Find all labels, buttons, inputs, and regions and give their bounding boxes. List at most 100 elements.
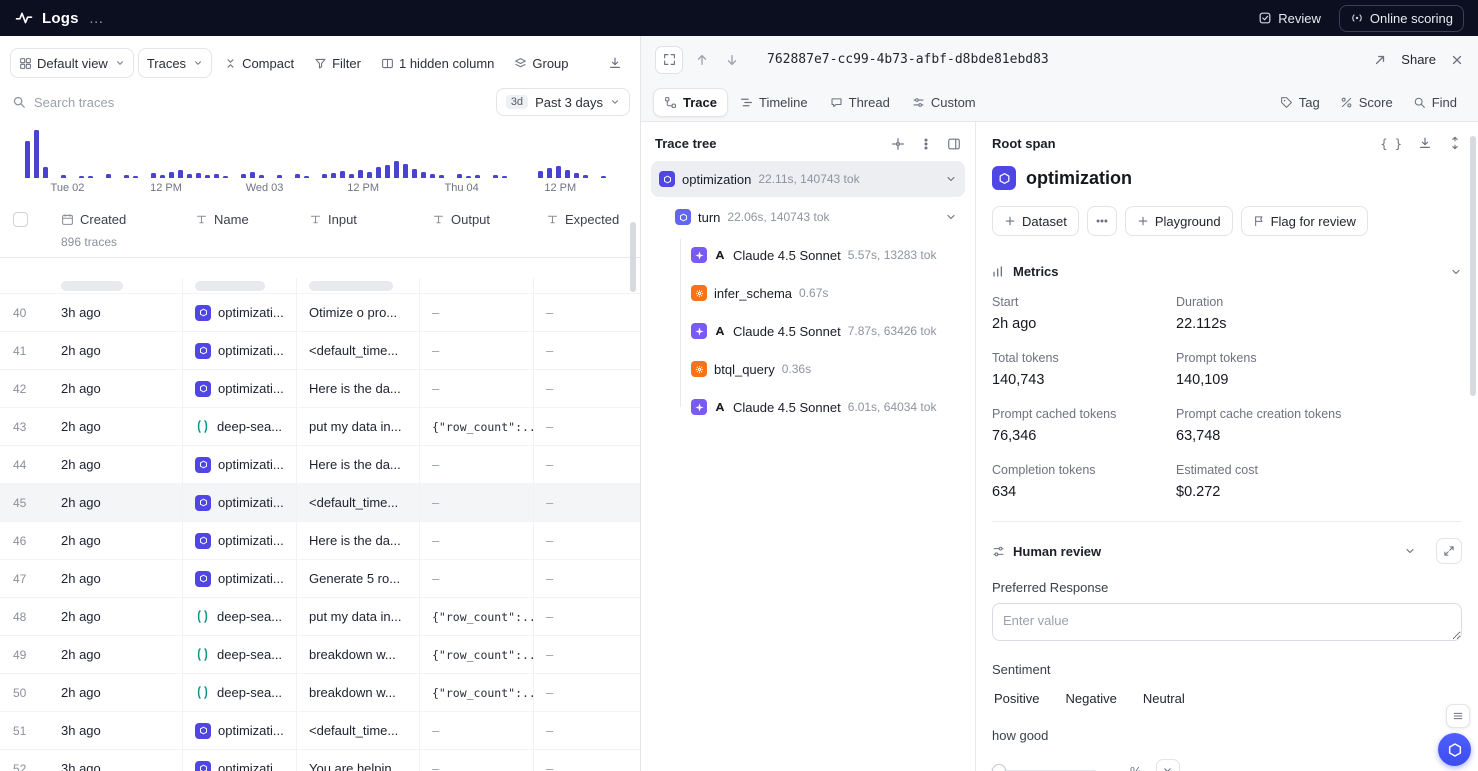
tree-item-claude-4-5-sonnet[interactable]: Claude 4.5 Sonnet 7.87s, 63426 tok <box>651 313 965 349</box>
side-panel-handle[interactable] <box>1446 704 1470 728</box>
time-range-select[interactable]: 3d Past 3 days <box>496 88 630 116</box>
tree-item-infer-schema[interactable]: infer_schema 0.67s <box>651 275 965 311</box>
row-number: 52 <box>0 762 48 771</box>
tree-item-optimization[interactable]: optimization 22.11s, 140743 tok <box>651 161 965 197</box>
online-scoring-button[interactable]: Online scoring <box>1339 5 1464 32</box>
share-button[interactable]: Share <box>1401 52 1436 67</box>
ellipsis-icon <box>1095 214 1109 228</box>
tree-more-button[interactable] <box>919 137 933 151</box>
calendar-icon <box>61 213 74 226</box>
optimization-icon <box>195 571 211 587</box>
find-button[interactable]: Find <box>1404 95 1466 110</box>
table-row[interactable]: 50 2h ago deep-sea... breakdown w... {"r… <box>0 674 640 712</box>
expand-review-button[interactable] <box>1436 538 1462 564</box>
metric-label: Prompt cached tokens <box>992 407 1176 421</box>
table-row[interactable]: 43 2h ago deep-sea... put my data in... … <box>0 408 640 446</box>
cell-expected: – <box>533 533 640 548</box>
column-header-created[interactable]: Created <box>48 212 182 227</box>
review-button[interactable]: Review <box>1250 7 1329 30</box>
open-in-new-button[interactable] <box>1373 53 1387 67</box>
add-to-dataset-button[interactable]: Dataset <box>992 206 1079 236</box>
search-input[interactable] <box>34 95 488 110</box>
table-row[interactable]: 42 2h ago optimizati... Here is the da..… <box>0 370 640 408</box>
cell-expected: – <box>533 495 640 510</box>
compact-toggle[interactable]: Compact <box>216 48 302 78</box>
export-button[interactable] <box>600 48 630 78</box>
sentiment-neutral-button[interactable]: Neutral <box>1141 685 1187 712</box>
span-more-button[interactable] <box>1087 206 1117 236</box>
tab-custom[interactable]: Custom <box>902 88 986 117</box>
open-in-playground-button[interactable]: Playground <box>1125 206 1233 236</box>
tag-button[interactable]: Tag <box>1271 95 1329 110</box>
hidden-columns-button[interactable]: 1 hidden column <box>373 48 502 78</box>
assistant-button[interactable] <box>1438 733 1471 766</box>
tree-collapse-panel-button[interactable] <box>947 137 961 151</box>
trace-detail-panel: 762887e7-cc99-4b73-afbf-d8bde81ebd83 Sha… <box>640 36 1478 771</box>
panel-icon <box>947 137 961 151</box>
unfold-button[interactable] <box>1448 136 1462 150</box>
download-span-button[interactable] <box>1418 136 1432 150</box>
next-trace-button[interactable] <box>721 51 743 69</box>
histogram-bar <box>358 170 363 178</box>
histogram-bar <box>196 173 201 178</box>
table-row[interactable]: 45 2h ago optimizati... <default_time...… <box>0 484 640 522</box>
table-scrollbar[interactable] <box>630 222 636 292</box>
table-row[interactable]: 48 2h ago deep-sea... put my data in... … <box>0 598 640 636</box>
tree-item-claude-4-5-sonnet[interactable]: Claude 4.5 Sonnet 6.01s, 64034 tok <box>651 389 965 425</box>
tree-item-meta: 22.06s, 140743 tok <box>727 210 829 224</box>
search-traces[interactable] <box>12 95 488 110</box>
column-header-expected[interactable]: Expected <box>533 212 640 227</box>
clear-score-button[interactable] <box>1156 759 1180 771</box>
select-all-checkbox[interactable] <box>13 212 28 227</box>
row-number: 48 <box>0 610 48 624</box>
table-row[interactable]: 52 3h ago optimizati... You are helpin..… <box>0 750 640 771</box>
metric: Prompt cache creation tokens 63,748 <box>1176 397 1462 453</box>
sentiment-negative-button[interactable]: Negative <box>1064 685 1119 712</box>
tab-thread[interactable]: Thread <box>820 88 900 117</box>
score-button[interactable]: Score <box>1331 95 1402 110</box>
detail-scrollbar[interactable] <box>1470 136 1476 396</box>
how-good-slider[interactable] <box>992 763 1096 771</box>
view-json-button[interactable]: { } <box>1380 136 1402 151</box>
human-review-section-header[interactable]: Human review <box>992 538 1462 564</box>
metrics-section-header[interactable]: Metrics <box>992 264 1462 279</box>
cell-input: Here is the da... <box>296 533 419 548</box>
tree-item-btql-query[interactable]: btql_query 0.36s <box>651 351 965 387</box>
cell-output: – <box>419 457 533 472</box>
tab-timeline[interactable]: Timeline <box>730 88 818 117</box>
table-row[interactable]: 44 2h ago optimizati... Here is the da..… <box>0 446 640 484</box>
table-row[interactable]: 41 2h ago optimizati... <default_time...… <box>0 332 640 370</box>
trace-tree-panel: Trace tree optimization 22.11s, 140743 t… <box>641 122 976 771</box>
table-row[interactable]: 40 3h ago optimizati... Otimize o pro...… <box>0 294 640 332</box>
column-header-name[interactable]: Name <box>182 212 296 227</box>
cell-created: 2h ago <box>48 647 182 662</box>
sentiment-positive-button[interactable]: Positive <box>992 685 1042 712</box>
prev-trace-button[interactable] <box>691 51 713 69</box>
optimization-icon <box>195 457 211 473</box>
traffic-histogram[interactable]: Tue 0212 PMWed 0312 PMThu 0412 PM <box>12 126 628 196</box>
table-row[interactable]: 49 2h ago deep-sea... breakdown w... {"r… <box>0 636 640 674</box>
flag-for-review-button[interactable]: Flag for review <box>1241 206 1368 236</box>
traces-selector[interactable]: Traces <box>138 48 212 78</box>
close-button[interactable] <box>1450 53 1464 67</box>
table-row[interactable]: 51 3h ago optimizati... <default_time...… <box>0 712 640 750</box>
table-row[interactable]: 47 2h ago optimizati... Generate 5 ro...… <box>0 560 640 598</box>
column-header-input[interactable]: Input <box>296 212 419 227</box>
preferred-response-input[interactable] <box>992 603 1462 641</box>
more-menu-button[interactable]: … <box>89 10 104 27</box>
expand-panel-button[interactable] <box>655 46 683 74</box>
tree-item-claude-4-5-sonnet[interactable]: Claude 4.5 Sonnet 5.57s, 13283 tok <box>651 237 965 273</box>
text-icon <box>309 213 322 226</box>
group-button[interactable]: Group <box>506 48 576 78</box>
view-selector[interactable]: Default view <box>10 48 134 78</box>
tree-settings-button[interactable] <box>891 137 905 151</box>
cell-input: <default_time... <box>296 723 419 738</box>
table-row[interactable]: 46 2h ago optimizati... Here is the da..… <box>0 522 640 560</box>
tab-trace[interactable]: Trace <box>653 88 728 117</box>
unfold-icon <box>1448 136 1462 150</box>
slider-thumb[interactable] <box>992 764 1006 771</box>
tree-item-turn[interactable]: turn 22.06s, 140743 tok <box>651 199 965 235</box>
filter-button[interactable]: Filter <box>306 48 369 78</box>
column-header-output[interactable]: Output <box>419 212 533 227</box>
axis-tick: Tue 02 <box>51 182 85 194</box>
